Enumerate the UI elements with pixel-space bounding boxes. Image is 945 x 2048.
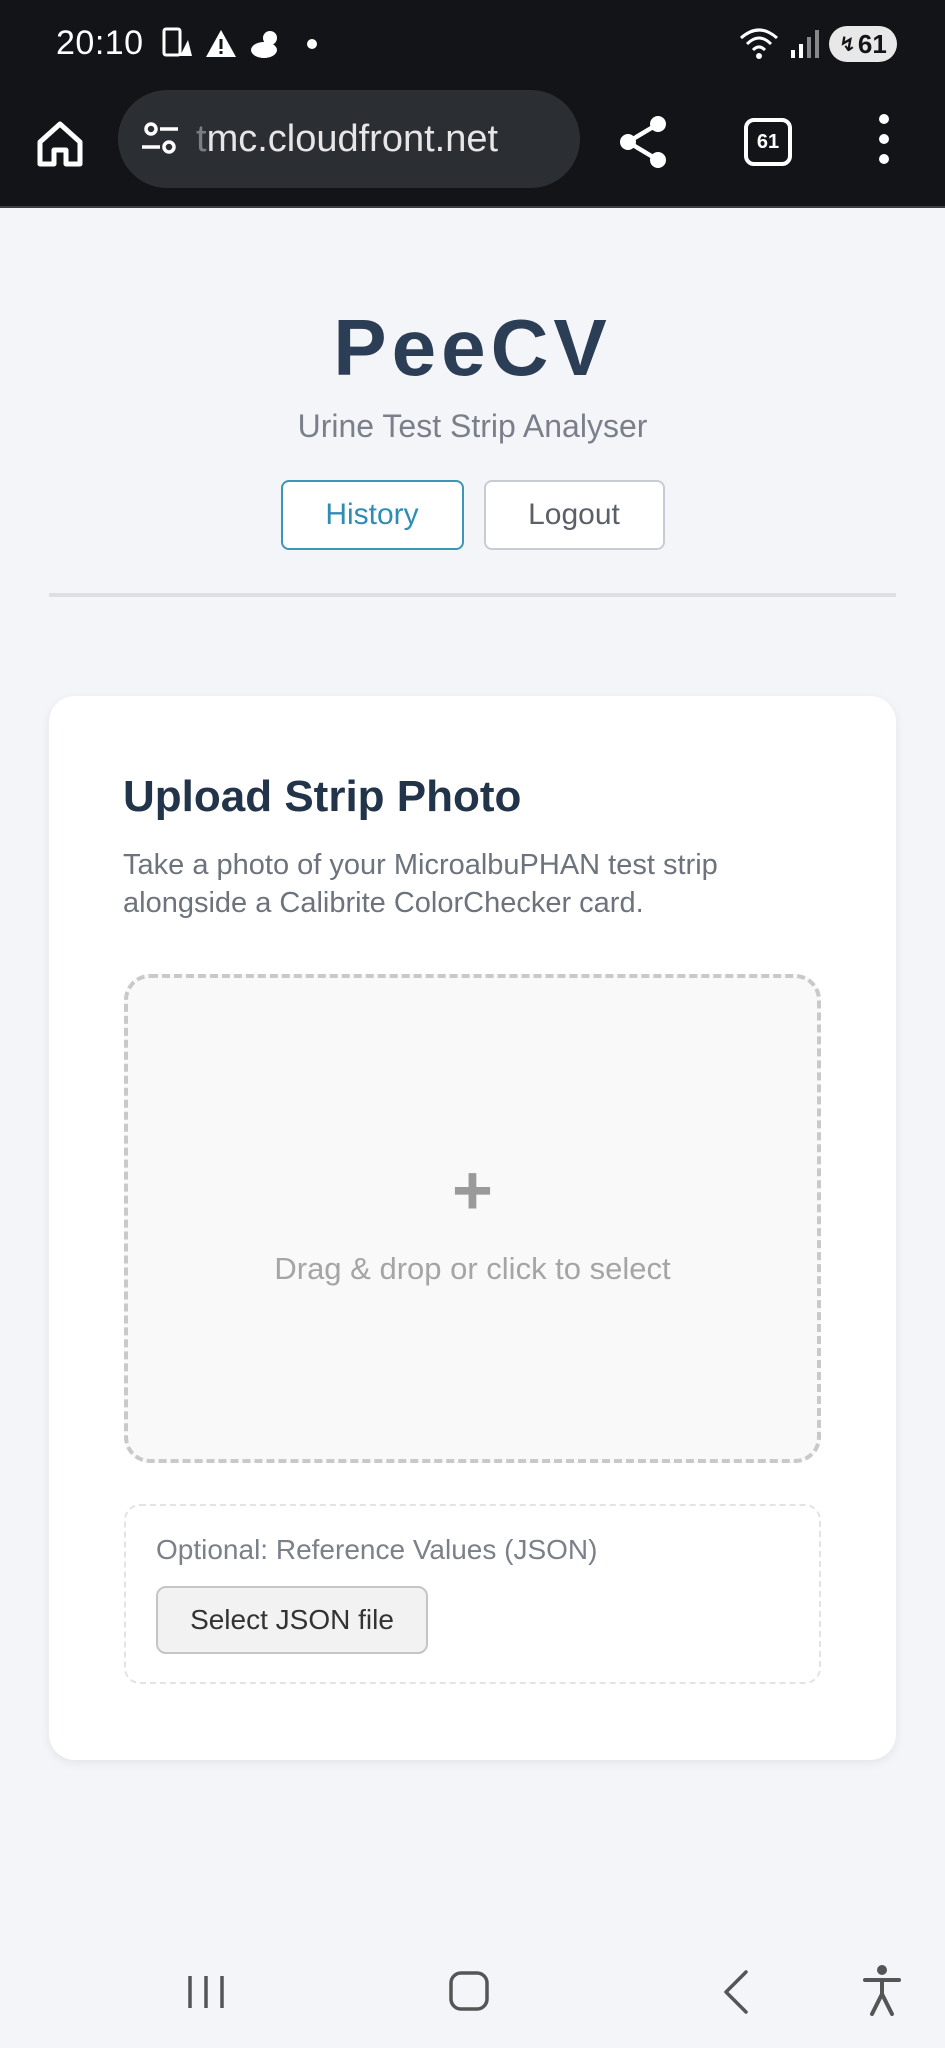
upload-description: Take a photo of your MicroalbuPHAN test … [123,849,718,919]
wifi-icon [740,28,778,59]
upload-card: Upload Strip Photo Take a photo of your … [49,696,896,1760]
home-nav-icon[interactable] [448,1970,490,2012]
browser-toolbar: tmc.cloudfront.net 61 [0,90,945,208]
back-icon[interactable] [716,1968,756,2016]
header-divider [49,593,896,597]
photo-dropzone[interactable]: + Drag & drop or click to select [124,974,821,1463]
alert-icon [206,30,236,57]
logout-button[interactable]: Logout [483,480,665,550]
home-icon[interactable] [34,118,86,170]
url-domain: mc.cloudfront.net [206,117,499,160]
url-text[interactable]: tmc.cloudfront.net [196,118,566,161]
app-subtitle: Urine Test Strip Analyser [297,408,648,444]
system-nav-bar [0,1940,945,2048]
dot-icon [307,39,317,49]
url-faded-prefix: t [196,117,207,160]
site-settings-icon[interactable] [138,117,182,161]
upload-title: Upload Strip Photo [123,772,522,821]
dropzone-text: Drag & drop or click to select [274,1251,671,1286]
status-time: 20:10 [56,24,144,62]
system-icons: ↯ 61 [739,22,897,66]
header-actions: History Logout [0,480,945,550]
reference-json-section: Optional: Reference Values (JSON) Select… [124,1504,821,1684]
app-header: PeeCV Urine Test Strip Analyser History … [0,208,945,550]
app-title: PeeCV [333,303,612,392]
battery-level: 61 [857,28,887,59]
select-json-button[interactable]: Select JSON file [156,1586,428,1654]
battery-icon: ↯ 61 [829,26,897,62]
signal-icon [791,30,819,58]
recents-icon[interactable] [184,1970,228,2014]
share-icon[interactable] [616,114,672,170]
weather-icon [251,31,277,58]
address-bar[interactable]: tmc.cloudfront.net [118,90,580,188]
tab-switcher-button[interactable]: 61 [744,118,792,166]
status-bar: 20:10 ↯ 61 [0,0,945,90]
plus-icon: + [452,1151,493,1229]
history-button[interactable]: History [280,480,464,550]
reference-json-label: Optional: Reference Values (JSON) [156,1534,598,1565]
accessibility-icon[interactable] [862,1964,902,2016]
notification-icons [158,26,324,62]
more-menu-icon[interactable] [872,114,896,172]
sim-icon [162,27,192,57]
